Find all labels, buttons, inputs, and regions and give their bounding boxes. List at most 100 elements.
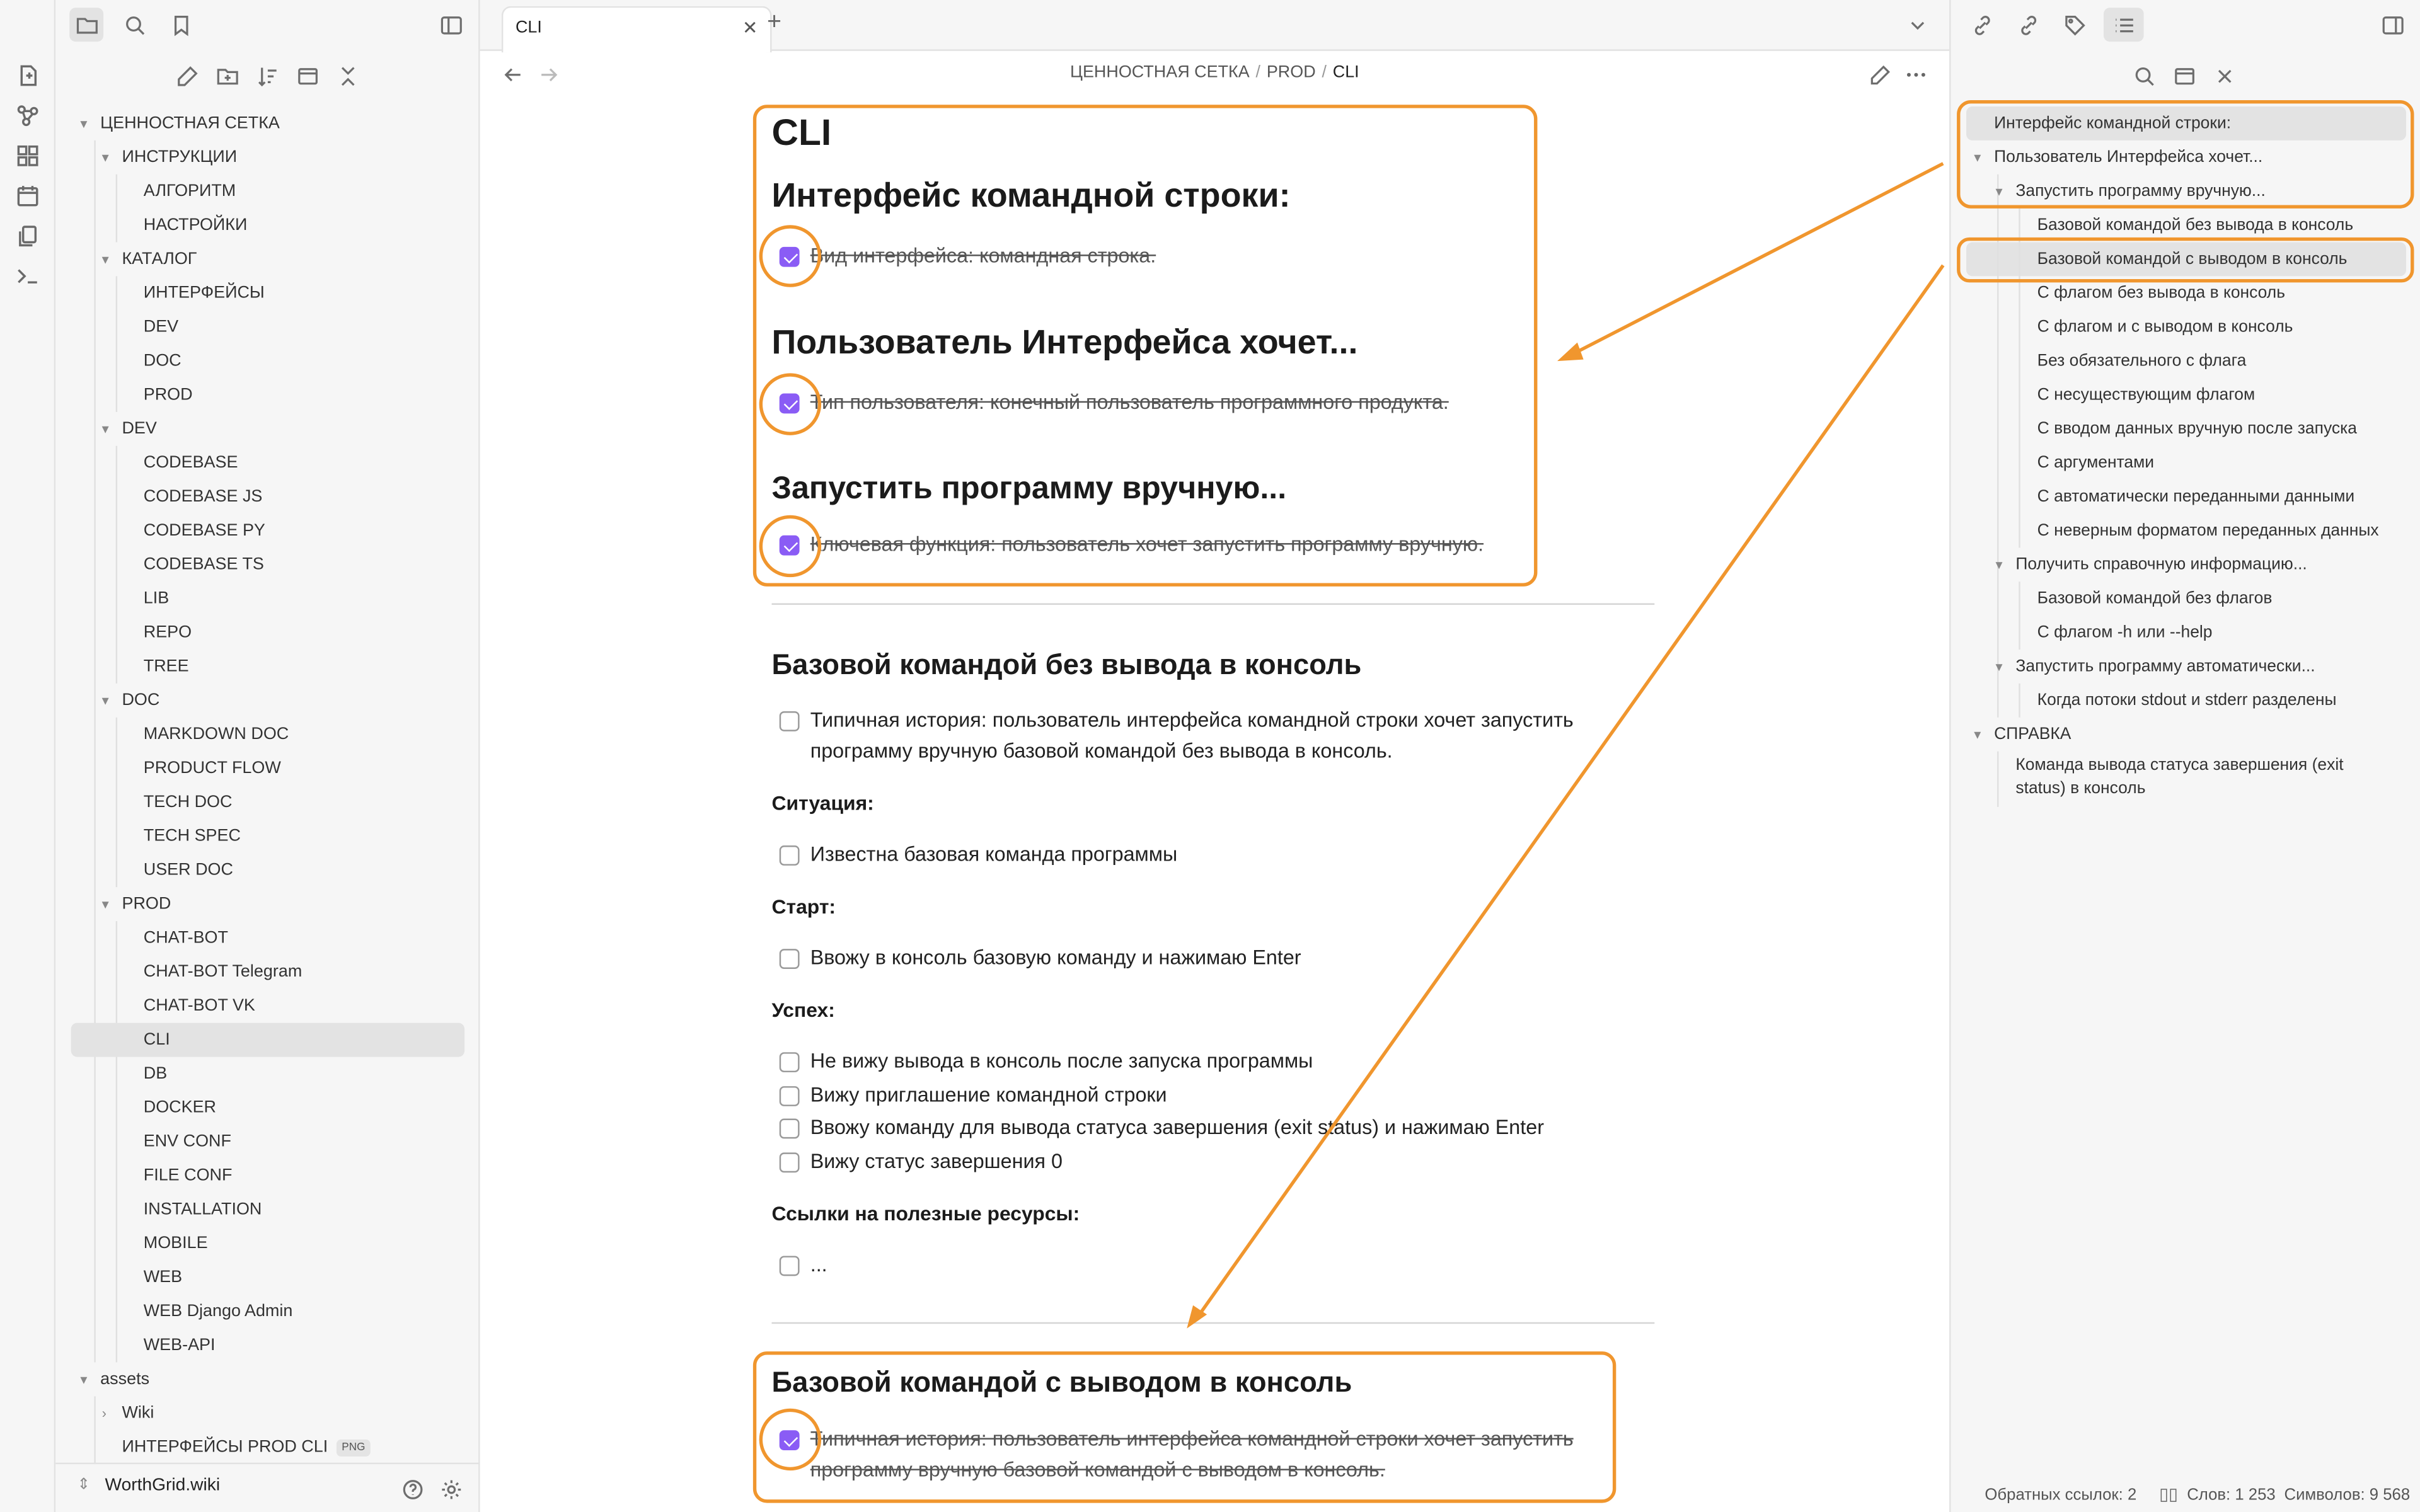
outline-item[interactable]: С флагом -h или --help [2037,616,2213,650]
tags-icon[interactable] [2058,8,2092,42]
task-checkbox[interactable] [779,1430,800,1451]
graph-view-icon[interactable] [13,100,43,131]
tree-item-codebase[interactable]: CODEBASE [144,446,238,480]
tree-item-interfaces[interactable]: ИНТЕРФЕЙСЫ [144,276,265,310]
folder-icon[interactable] [69,8,104,42]
new-note-icon[interactable] [13,60,43,91]
new-tab-icon[interactable]: + [767,9,781,37]
task-checkbox[interactable] [779,711,800,731]
search-icon[interactable] [2127,59,2161,93]
task-checkbox[interactable] [779,1152,800,1173]
outline-item[interactable]: С несуществующим флагом [2037,378,2256,412]
outline-item[interactable]: С флагом без вывода в консоль [2037,276,2285,310]
tree-item-cat-prod[interactable]: PROD [144,378,193,412]
breadcrumb-part[interactable]: ЦЕННОСТНАЯ СЕТКА [1070,63,1250,81]
outline-item[interactable]: ▾ Пользователь Интерфейса хочет... [1974,140,2262,175]
outline-item[interactable]: ▾ Запустить программу автоматически... [1996,650,2315,684]
outline-item[interactable]: Без обязательного с флага [2037,344,2247,378]
tree-folder-dev[interactable]: ▾ DEV [93,412,464,446]
tree-item-installation[interactable]: INSTALLATION [144,1193,262,1227]
task-checkbox[interactable] [779,1052,800,1073]
task-checkbox[interactable] [779,1086,800,1106]
tree-item-chatbot-telegram[interactable]: CHAT-BOT Telegram [144,955,302,989]
search-icon[interactable] [117,8,151,42]
tree-folder-assets[interactable]: ▾ assets [71,1362,464,1396]
tree-item-web-api[interactable]: WEB-API [144,1329,216,1363]
collapse-all-icon[interactable] [330,59,364,93]
new-folder-icon[interactable] [210,59,244,93]
tree-folder-doc[interactable]: ▾ DOC [93,684,464,718]
vault-switcher[interactable]: ⇕ WorthGrid.wiki [55,1462,480,1512]
tree-item-lib[interactable]: LIB [144,581,169,616]
auto-expand-icon[interactable] [2167,59,2201,93]
bookmark-icon[interactable] [164,8,198,42]
new-note-icon[interactable] [170,59,204,93]
tree-item-algo[interactable]: АЛГОРИТМ [144,175,236,209]
tree-item-markdown-doc[interactable]: MARKDOWN DOC [144,718,289,752]
close-tab-icon[interactable]: ✕ [742,8,758,49]
tree-item-codebase-py[interactable]: CODEBASE PY [144,514,265,548]
tree-item-codebase-ts[interactable]: CODEBASE TS [144,547,264,581]
tree-folder-instructions[interactable]: ▾ ИНСТРУКЦИИ [93,140,464,175]
tree-item-chatbot[interactable]: CHAT-BOT [144,921,228,955]
tab-cli[interactable]: CLI ✕ [501,6,772,53]
tree-item-settings[interactable]: НАСТРОЙКИ [144,209,248,243]
canvas-icon[interactable] [13,140,43,171]
tree-item-web-django[interactable]: WEB Django Admin [144,1295,293,1329]
backlinks-icon[interactable] [1965,8,1999,42]
tree-folder-prod[interactable]: ▾ PROD [93,887,464,921]
tree-folder-catalog[interactable]: ▾ КАТАЛОГ [93,242,464,276]
breadcrumb-part[interactable]: PROD [1267,63,1316,81]
tree-item-file-conf[interactable]: FILE CONF [144,1159,233,1193]
collapse-all-icon[interactable] [2207,59,2241,93]
task-checkbox[interactable] [779,393,800,414]
tree-item-tech-spec[interactable]: TECH SPEC [144,819,241,853]
task-checkbox[interactable] [779,535,800,556]
outline-item[interactable]: Интерфейс командной строки: [1994,106,2231,140]
outline-item[interactable]: Базовой командой без флагов [2037,581,2273,616]
outline-item[interactable]: С автоматически переданными данными [2037,480,2354,514]
outline-item[interactable]: status) в консоль [2015,776,2145,801]
terminal-icon[interactable] [13,261,43,292]
task-checkbox[interactable] [779,1118,800,1139]
outline-item[interactable]: С флагом и с выводом в консоль [2037,310,2293,344]
help-icon[interactable] [395,1472,429,1506]
outgoing-links-icon[interactable] [2011,8,2045,42]
outline-item[interactable]: С неверным форматом переданных данных [2037,514,2379,548]
settings-gear-icon[interactable] [434,1472,468,1506]
outline-item[interactable]: ▾ СПРАВКА [1974,718,2071,752]
sort-icon[interactable] [250,59,284,93]
tab-list-chevron-icon[interactable] [1900,8,1934,42]
tree-item-docker[interactable]: DOCKER [144,1091,216,1125]
tree-item-cli[interactable]: CLI [71,1022,465,1057]
backlinks-count[interactable]: Обратных ссылок: 2 [1985,1478,2136,1512]
tree-item-tree[interactable]: TREE [144,650,189,684]
outline-item-active[interactable]: Базовой командой с выводом в консоль [2037,242,2348,276]
edit-pencil-icon[interactable] [1863,57,1897,91]
tree-item-tech-doc[interactable]: TECH DOC [144,786,233,820]
tree-item-env-conf[interactable]: ENV CONF [144,1125,231,1159]
tree-item-cat-doc[interactable]: DOC [144,344,182,378]
tree-item-web[interactable]: WEB [144,1261,182,1295]
tree-item-chatbot-vk[interactable]: CHAT-BOT VK [144,989,255,1023]
tree-item-cat-dev[interactable]: DEV [144,310,178,344]
tree-item-png-file[interactable]: ИНТЕРФЕЙСЫ PROD CLI PNG [122,1430,370,1464]
task-checkbox[interactable] [779,949,800,969]
tree-folder-wiki[interactable]: › Wiki [93,1396,464,1430]
task-checkbox[interactable] [779,246,800,267]
right-sidebar-toggle-icon[interactable] [2375,8,2409,42]
tree-item-mobile[interactable]: MOBILE [144,1227,208,1261]
outline-item[interactable]: ▾ Получить справочную информацию... [1996,547,2307,581]
sidebar-toggle-icon[interactable] [434,8,468,42]
more-options-icon[interactable] [1898,57,1932,91]
tree-item-repo[interactable]: REPO [144,616,192,650]
outline-item[interactable]: С аргументами [2037,446,2154,480]
tree-folder-root[interactable]: ▾ ЦЕННОСТНАЯ СЕТКА [71,106,464,140]
tree-item-db[interactable]: DB [144,1057,167,1091]
tree-item-user-doc[interactable]: USER DOC [144,853,233,887]
tree-item-codebase-js[interactable]: CODEBASE JS [144,480,263,514]
outline-item[interactable]: С вводом данных вручную после запуска [2037,412,2357,446]
outline-item[interactable]: Команда вывода статуса завершения (exit [2015,753,2343,777]
tree-item-product-flow[interactable]: PRODUCT FLOW [144,752,281,786]
templates-icon[interactable] [13,220,43,251]
